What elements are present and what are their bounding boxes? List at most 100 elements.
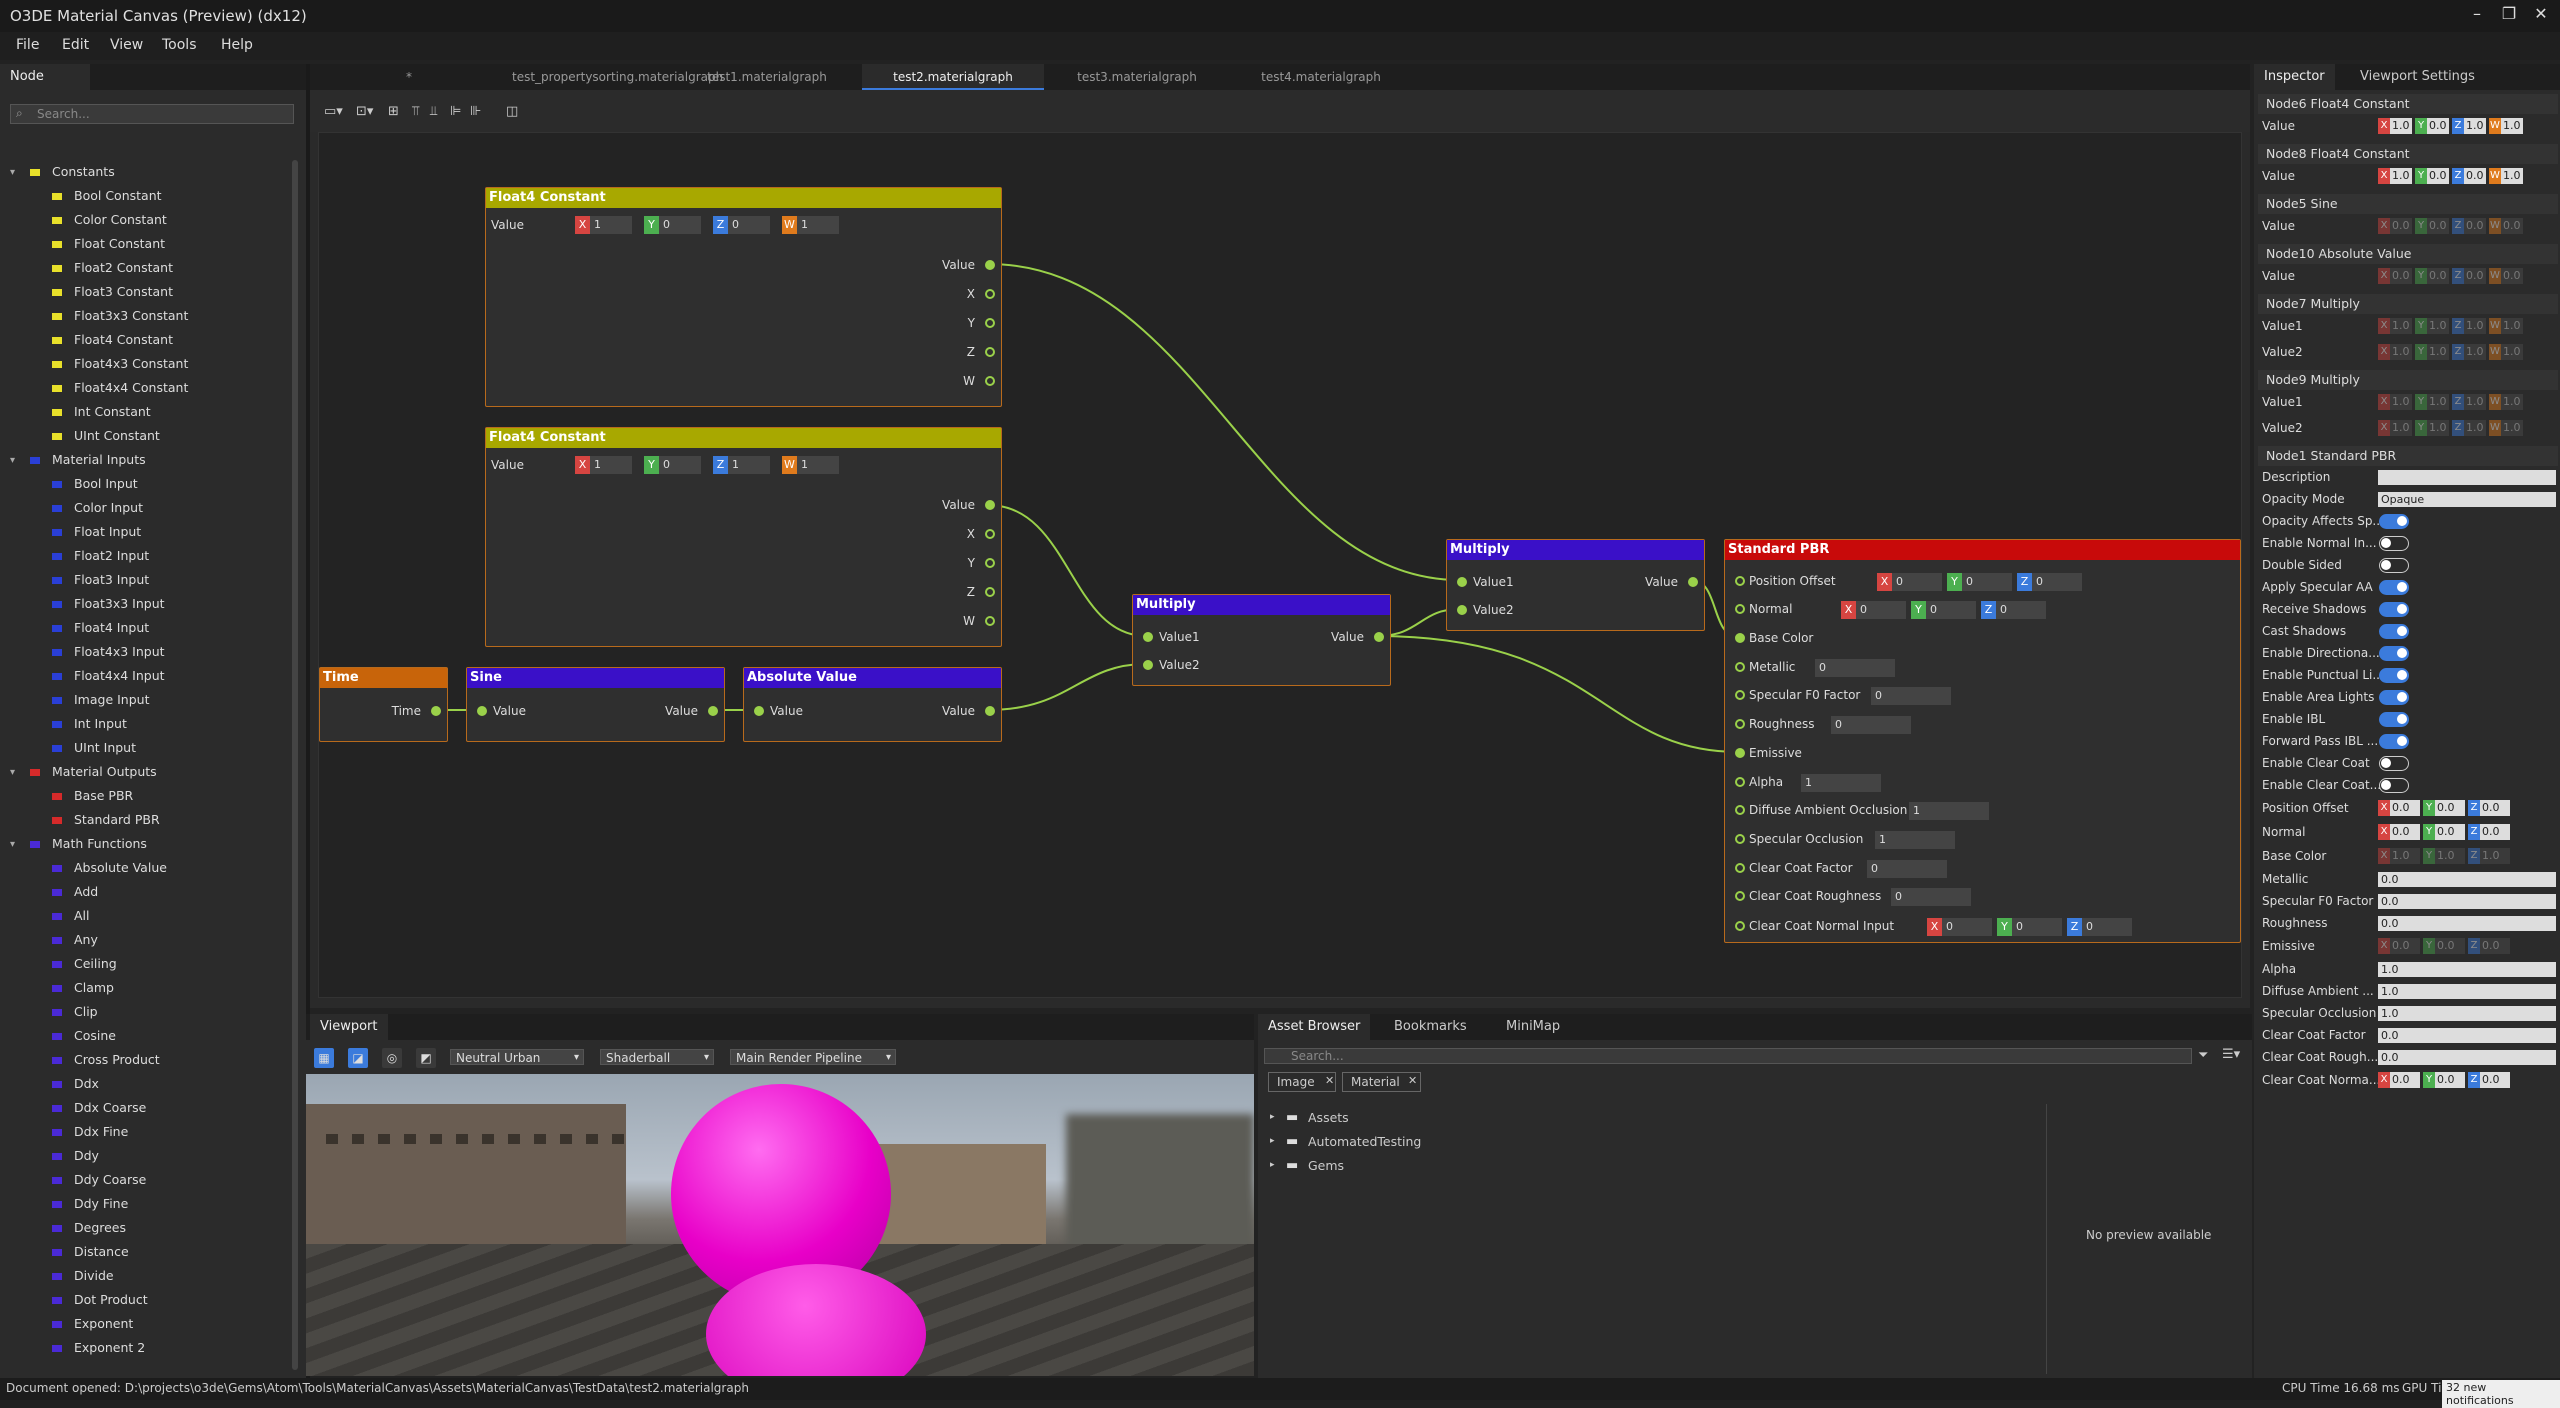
input-pin[interactable] bbox=[1735, 862, 1745, 873]
vector-component[interactable]: X 1.0 bbox=[2378, 168, 2412, 184]
component-value[interactable]: 0.0 bbox=[2390, 1072, 2420, 1088]
vector-component[interactable]: W 1.0 bbox=[2489, 420, 2523, 436]
toggle-switch[interactable] bbox=[2379, 734, 2409, 749]
inspector-section-header[interactable]: Node5 Sine bbox=[2258, 194, 2558, 214]
sine-node[interactable]: Sine Value Value bbox=[466, 667, 725, 742]
close-icon[interactable]: ✕ bbox=[1408, 1074, 1417, 1087]
output-pin[interactable] bbox=[708, 706, 718, 716]
folder-item[interactable]: Gems bbox=[1308, 1158, 1344, 1173]
menu-icon[interactable]: ☰▾ bbox=[2222, 1047, 2240, 1062]
number-field[interactable]: 0.0 bbox=[2378, 872, 2556, 887]
vector-component[interactable]: Z 0.0 bbox=[2468, 800, 2510, 816]
component-value[interactable]: 0.0 bbox=[2390, 268, 2412, 284]
component-value[interactable]: 1.0 bbox=[2390, 394, 2412, 410]
vector-component[interactable]: X 1.0 bbox=[2378, 848, 2420, 864]
expand-arrow-icon[interactable]: ▸ bbox=[1270, 1136, 1275, 1146]
notifications-badge[interactable]: 32 new notifications bbox=[2442, 1380, 2560, 1408]
time-node[interactable]: Time Time bbox=[319, 667, 448, 742]
camera-icon[interactable]: ◎ bbox=[382, 1048, 402, 1068]
input-pin[interactable] bbox=[1143, 632, 1153, 642]
vector-component[interactable]: Z 1.0 bbox=[2452, 318, 2486, 334]
component-value[interactable]: 0.0 bbox=[2464, 168, 2486, 184]
model-preset-dropdown[interactable]: Shaderball bbox=[600, 1049, 714, 1066]
inspector-section-header[interactable]: Node9 Multiply bbox=[2258, 370, 2558, 390]
component-value[interactable]: 0.0 bbox=[2390, 218, 2412, 234]
vector-component[interactable]: Z 0.0 bbox=[2452, 268, 2486, 284]
component-value[interactable]: 1.0 bbox=[2501, 118, 2523, 134]
value-field[interactable]: 0 bbox=[1831, 716, 1911, 735]
close-icon[interactable]: ✕ bbox=[1325, 1074, 1334, 1087]
opacity-mode-dropdown[interactable]: Opaque bbox=[2378, 492, 2556, 507]
y-field[interactable]: Y0 bbox=[644, 216, 701, 234]
vector-component[interactable]: Z 1.0 bbox=[2452, 394, 2486, 410]
vector-component[interactable]: Y 0.0 bbox=[2415, 118, 2449, 134]
vector-component[interactable]: X 1.0 bbox=[2378, 344, 2412, 360]
component-value[interactable]: 1.0 bbox=[2501, 168, 2523, 184]
component-value[interactable]: 0.0 bbox=[2390, 824, 2420, 840]
input-pin[interactable] bbox=[477, 706, 487, 716]
vector-field[interactable]: X 1.0 Y 0.0 Z 0.0 W 1.0 bbox=[2378, 168, 2523, 184]
toggle-switch[interactable] bbox=[2379, 580, 2409, 595]
vector-component[interactable]: X 1.0 bbox=[2378, 118, 2412, 134]
input-pin[interactable] bbox=[1735, 719, 1745, 730]
vector-component[interactable]: Y 1.0 bbox=[2415, 420, 2449, 436]
input-pin[interactable] bbox=[754, 706, 764, 716]
vector-field[interactable]: X 0.0 Y 0.0 Z 0.0 W 0.0 bbox=[2378, 268, 2523, 284]
float4-constant-node-b[interactable]: Float4 Constant Value X1 Y0 Z1 W1 Value … bbox=[485, 427, 1002, 647]
component-value[interactable]: 1.0 bbox=[2464, 420, 2486, 436]
toggle-switch[interactable] bbox=[2379, 668, 2409, 683]
number-field[interactable]: 0.0 bbox=[2378, 894, 2556, 909]
output-pin[interactable] bbox=[985, 529, 995, 539]
standard-pbr-node[interactable]: Standard PBR Position Offset X0 Y0 Z0 No… bbox=[1724, 539, 2241, 943]
asset-search-input[interactable]: Search... bbox=[1264, 1048, 2192, 1064]
vector-component[interactable]: W 0.0 bbox=[2489, 218, 2523, 234]
value-field[interactable]: 1 bbox=[1801, 773, 1881, 792]
component-value[interactable]: 1.0 bbox=[2427, 420, 2449, 436]
z-field[interactable]: Z0 bbox=[2017, 573, 2082, 591]
grid-icon[interactable]: ▦ bbox=[314, 1048, 334, 1068]
z-field[interactable]: Z1 bbox=[713, 456, 770, 474]
component-value[interactable]: 0.0 bbox=[2427, 218, 2449, 234]
x-field[interactable]: X1 bbox=[575, 216, 632, 234]
x-field[interactable]: X0 bbox=[1877, 573, 1942, 591]
vector-component[interactable]: Y 0.0 bbox=[2423, 1072, 2465, 1088]
description-field[interactable] bbox=[2378, 470, 2556, 485]
output-pin[interactable] bbox=[985, 347, 995, 357]
w-field[interactable]: W1 bbox=[782, 456, 839, 474]
toggle-switch[interactable] bbox=[2379, 712, 2409, 727]
absolute-value-node[interactable]: Absolute Value Value Value bbox=[743, 667, 1002, 742]
number-field[interactable]: 0.0 bbox=[2378, 916, 2556, 931]
number-field[interactable]: 1.0 bbox=[2378, 962, 2556, 977]
expand-arrow-icon[interactable]: ▸ bbox=[1270, 1160, 1275, 1170]
output-pin[interactable] bbox=[1688, 577, 1698, 587]
value-field[interactable]: 0 bbox=[1815, 658, 1895, 677]
input-pin[interactable] bbox=[1143, 660, 1153, 670]
component-value[interactable]: 0.0 bbox=[2464, 218, 2486, 234]
float4-constant-node-a[interactable]: Float4 Constant Value X1 Y0 Z0 W1 Value … bbox=[485, 187, 1002, 407]
number-field[interactable]: 1.0 bbox=[2378, 984, 2556, 999]
vector-component[interactable]: X 0.0 bbox=[2378, 938, 2420, 954]
component-value[interactable]: 0.0 bbox=[2435, 824, 2465, 840]
input-pin[interactable] bbox=[1735, 690, 1745, 701]
vector-field[interactable]: X 0.0 Y 0.0 Z 0.0 bbox=[2378, 824, 2510, 840]
component-value[interactable]: 1.0 bbox=[2464, 394, 2486, 410]
component-value[interactable]: 1.0 bbox=[2390, 848, 2420, 864]
output-pin[interactable] bbox=[1374, 632, 1384, 642]
vector-component[interactable]: Y 1.0 bbox=[2415, 394, 2449, 410]
output-pin[interactable] bbox=[985, 260, 995, 270]
z-field[interactable]: Z0 bbox=[713, 216, 770, 234]
component-value[interactable]: 1.0 bbox=[2390, 318, 2412, 334]
component-value[interactable]: 0.0 bbox=[2427, 268, 2449, 284]
output-pin[interactable] bbox=[985, 376, 995, 386]
toggle-switch[interactable] bbox=[2379, 690, 2409, 705]
component-value[interactable]: 0.0 bbox=[2390, 800, 2420, 816]
component-value[interactable]: 1.0 bbox=[2501, 394, 2523, 410]
component-value[interactable]: 0.0 bbox=[2501, 268, 2523, 284]
z-field[interactable]: Z0 bbox=[2067, 918, 2132, 936]
inspector-section-header[interactable]: Node6 Float4 Constant bbox=[2258, 94, 2558, 114]
component-value[interactable]: 1.0 bbox=[2427, 394, 2449, 410]
vector-component[interactable]: Y 1.0 bbox=[2415, 318, 2449, 334]
output-pin[interactable] bbox=[985, 318, 995, 328]
viewport-render[interactable] bbox=[306, 1074, 1254, 1376]
shadow-catcher-icon[interactable]: ◪ bbox=[348, 1048, 368, 1068]
